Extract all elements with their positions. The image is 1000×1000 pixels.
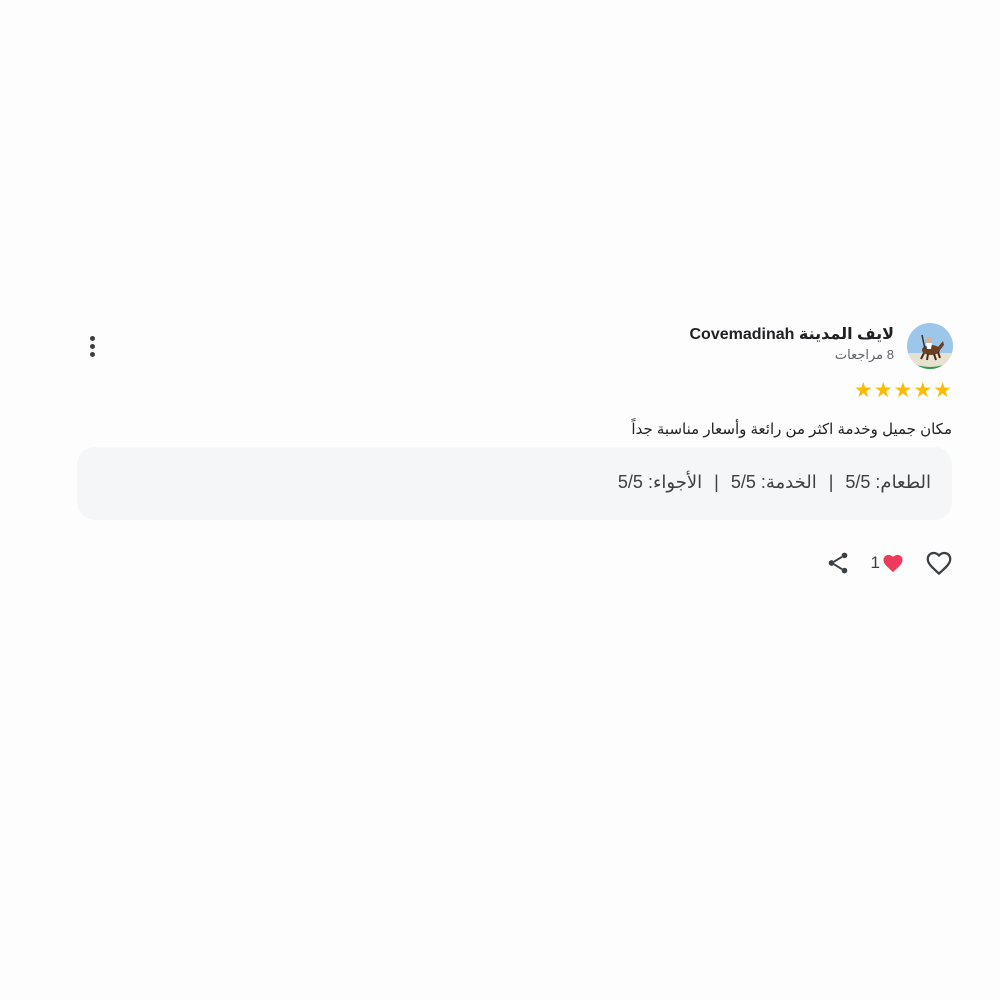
like-count: 1 bbox=[870, 553, 880, 572]
sub-ratings-line: الطعام: 5/5 | الخدمة: 5/5 | الأجواء: 5/5 bbox=[618, 472, 931, 493]
star-icon: ★ bbox=[913, 379, 933, 402]
separator: | bbox=[828, 472, 834, 492]
sub-rating-atmosphere: الأجواء: 5/5 bbox=[617, 472, 703, 492]
author-avatar[interactable] bbox=[907, 323, 953, 369]
heart-filled-icon bbox=[883, 554, 903, 573]
separator: | bbox=[714, 472, 719, 492]
star-icon: ★ bbox=[873, 379, 893, 402]
sub-rating-food: الطعام: 5/5 bbox=[845, 472, 931, 492]
review-actions: 1 bbox=[825, 548, 954, 578]
review-card: لايف المدينة Covemadinah 8 مراجعات ★ ★ ★ ★ ★… bbox=[0, 0, 1000, 1000]
rating-stars: ★ ★ ★ ★ ★ bbox=[854, 380, 952, 402]
author-reviews-count: 8 مراجعات bbox=[834, 347, 894, 362]
review-text: مكان جميل وخدمة اكثر من رائعة وأسعار منا… bbox=[631, 421, 952, 438]
heart-outline-icon[interactable] bbox=[924, 548, 954, 578]
star-icon: ★ bbox=[933, 379, 952, 402]
star-icon: ★ bbox=[893, 379, 913, 402]
sub-rating-service: الخدمة: 5/5 bbox=[730, 472, 817, 492]
star-icon: ★ bbox=[853, 379, 873, 402]
author-name[interactable]: لايف المدينة Covemadinah bbox=[690, 324, 895, 344]
more-options-icon[interactable] bbox=[80, 332, 104, 360]
sub-ratings-box: الطعام: 5/5 | الخدمة: 5/5 | الأجواء: 5/5 bbox=[77, 447, 952, 520]
share-icon[interactable] bbox=[825, 550, 851, 576]
horse-rider-avatar-icon bbox=[907, 323, 953, 369]
like-count-group: 1 bbox=[871, 553, 904, 573]
